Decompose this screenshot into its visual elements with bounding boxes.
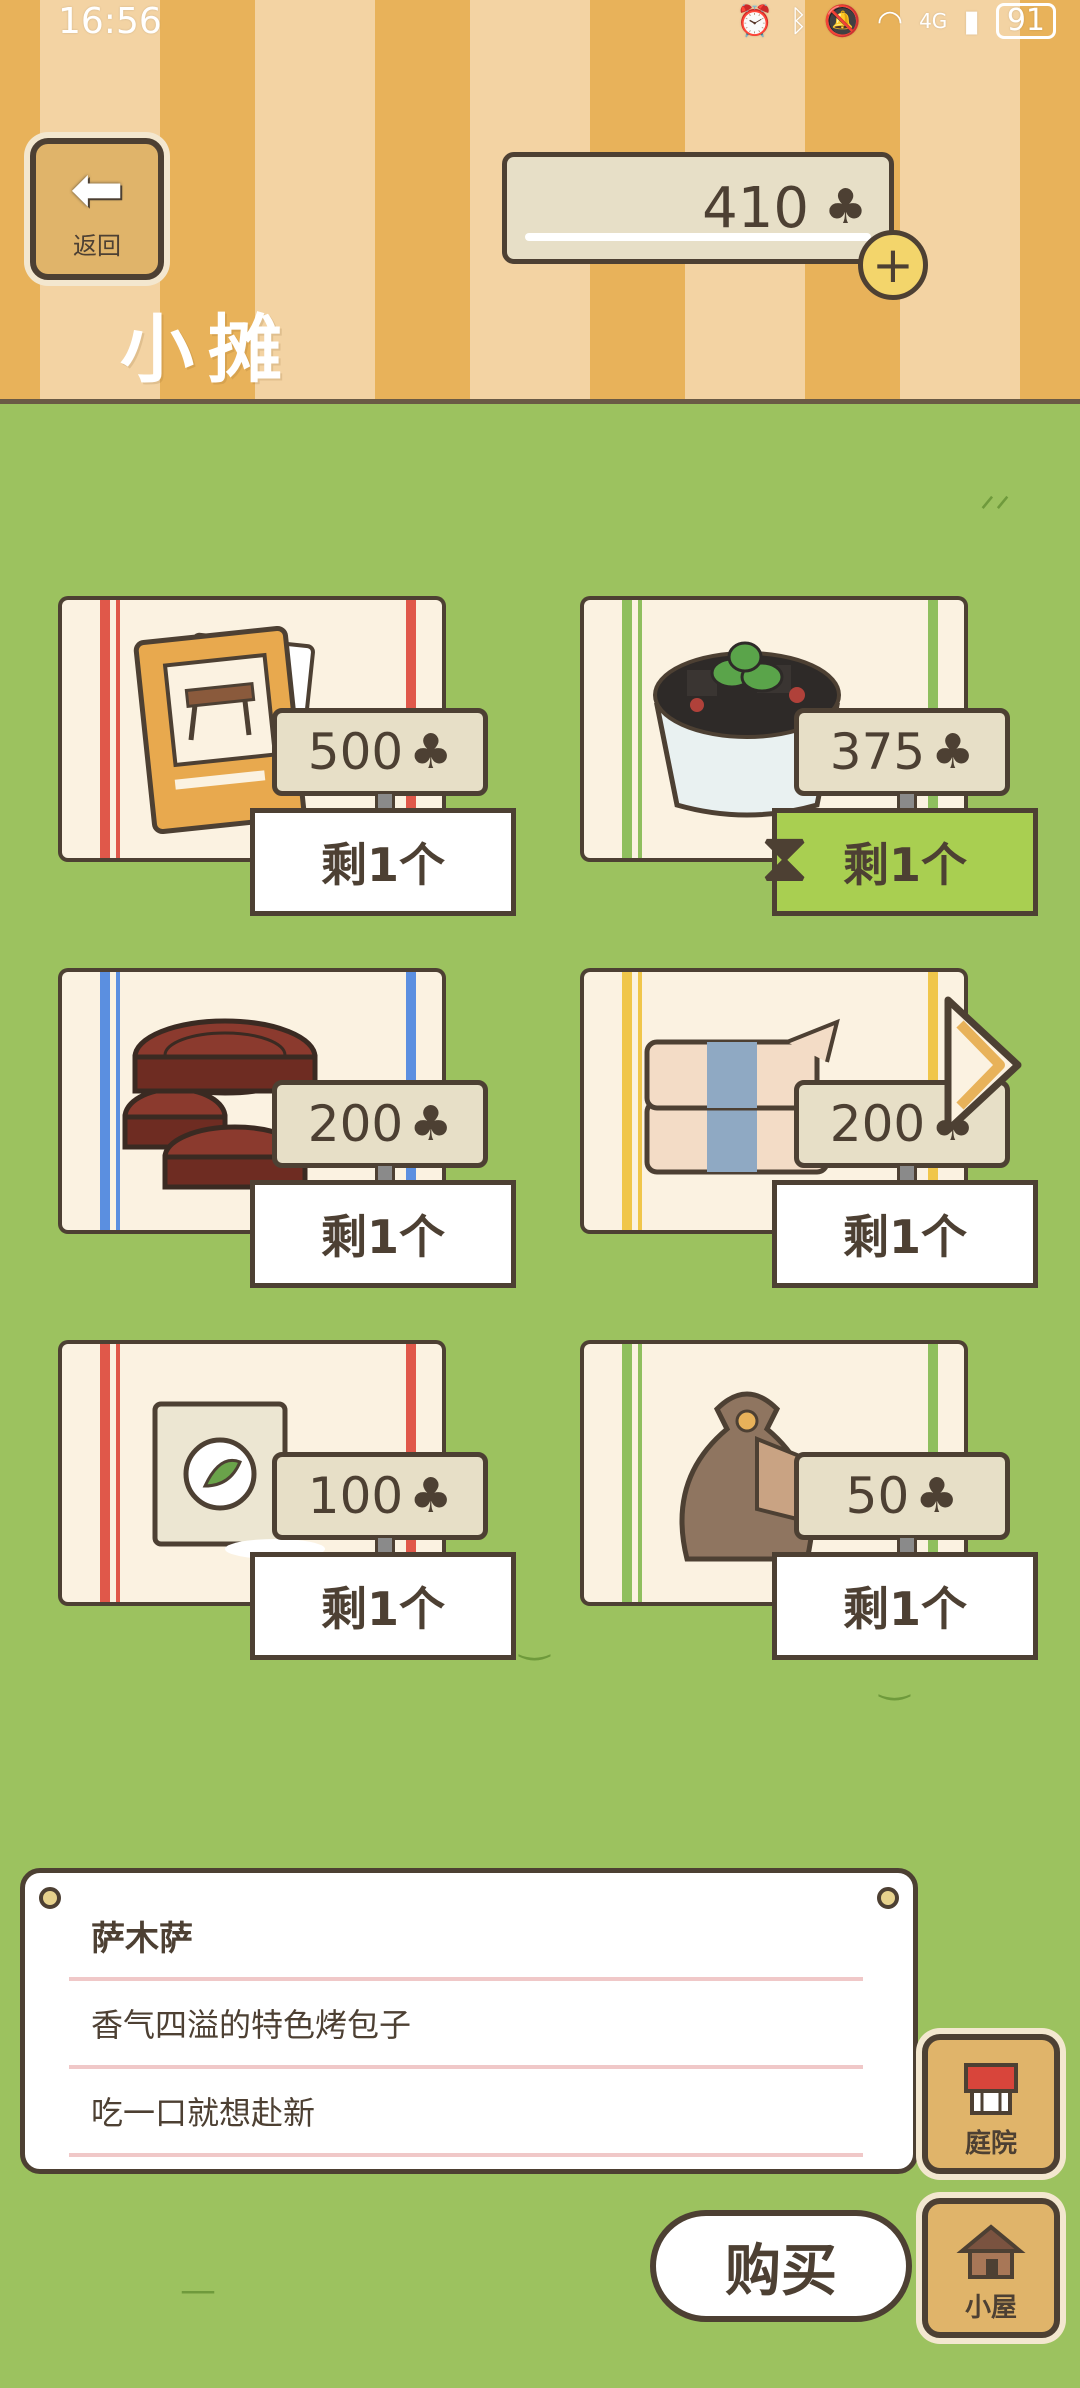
price-value: 200 [307, 1095, 404, 1153]
battery-icon: 91 [995, 3, 1056, 39]
house-label: 小屋 [964, 2293, 1017, 2323]
shop-item-5[interactable]: 100 ♣ 剩1个 [40, 1344, 516, 1674]
buy-button[interactable]: 购买 [650, 2210, 912, 2322]
currency-display: 410 ♣ [502, 152, 894, 264]
price-tag: 500 ♣ [272, 708, 488, 813]
price-value: 50 [845, 1467, 910, 1525]
clover-icon: ♣ [409, 724, 453, 780]
page-title: 小摊 [120, 307, 296, 393]
item-description-line-2: 吃一口就想赴新 [91, 2094, 316, 2132]
shop-item-6[interactable]: 50 ♣ 剩1个 [562, 1344, 1038, 1674]
item-name: 萨木萨 [91, 1918, 193, 1959]
price-tag: 100 ♣ [272, 1452, 488, 1557]
grass-decoration: ‿ [520, 1620, 549, 1661]
clover-icon: ♣ [409, 1468, 453, 1524]
back-arrow-icon: ⬅ [70, 152, 124, 227]
stock-label: 剩1个 [772, 1552, 1038, 1660]
next-page-arrow-icon[interactable] [938, 990, 1028, 1140]
price-tag: 375 ♣ [794, 708, 1010, 813]
add-currency-button[interactable]: + [858, 230, 928, 300]
stock-label: 剩1个 [250, 808, 516, 916]
price-tag: 50 ♣ [794, 1452, 1010, 1557]
house-button[interactable]: 小屋 [922, 2198, 1060, 2338]
mute-icon: 🔕 [823, 3, 861, 39]
price-tag: 200 ♣ [272, 1080, 488, 1185]
stock-label: 剩1个 [772, 1180, 1038, 1288]
clover-icon: ♣ [409, 1096, 453, 1152]
yard-icon [964, 2063, 1018, 2115]
price-value: 375 [829, 723, 926, 781]
item-description-panel: 萨木萨 香气四溢的特色烤包子 吃一口就想赴新 [20, 1868, 918, 2174]
bluetooth-icon: ᛒ [789, 3, 808, 39]
status-bar: 16:56 ⏰ ᛒ 🔕 ◠ 4G ▮ 91 [0, 0, 1080, 42]
clover-icon: ♣ [823, 179, 867, 235]
price-value: 100 [307, 1467, 404, 1525]
yard-label: 庭院 [964, 2129, 1017, 2159]
stock-label: 剩1个 [250, 1180, 516, 1288]
house-icon [956, 2224, 1026, 2279]
alarm-icon: ⏰ [736, 3, 774, 39]
network-label: 4G [919, 9, 948, 33]
grass-decoration: — [180, 2270, 216, 2311]
item-description-line-1: 香气四溢的特色烤包子 [91, 2006, 412, 2044]
shop-item-2[interactable]: 375 ♣ 剩1个 ⧗ [562, 600, 1038, 930]
back-label: 返回 [73, 231, 121, 260]
back-button[interactable]: ⬅ 返回 [30, 138, 164, 280]
shop-item-3[interactable]: 200 ♣ 剩1个 [40, 972, 516, 1302]
clover-icon: ♣ [931, 724, 975, 780]
clover-icon: ♣ [915, 1468, 959, 1524]
yard-button[interactable]: 庭院 [922, 2034, 1060, 2174]
stock-label: 剩1个 [250, 1552, 516, 1660]
price-value: 200 [829, 1095, 926, 1153]
hourglass-icon: ⧗ [760, 816, 810, 898]
status-time: 16:56 [58, 0, 162, 42]
status-icons: ⏰ ᛒ 🔕 ◠ 4G ▮ 91 [736, 3, 1056, 39]
wifi-icon: ◠ [876, 3, 904, 39]
price-value: 500 [307, 723, 404, 781]
grass-decoration: ᐟᐟ [980, 490, 1011, 531]
currency-amount: 410 [702, 175, 809, 241]
shop-item-1[interactable]: 500 ♣ 剩1个 [40, 600, 516, 930]
signal-icon: ▮ [963, 3, 980, 39]
